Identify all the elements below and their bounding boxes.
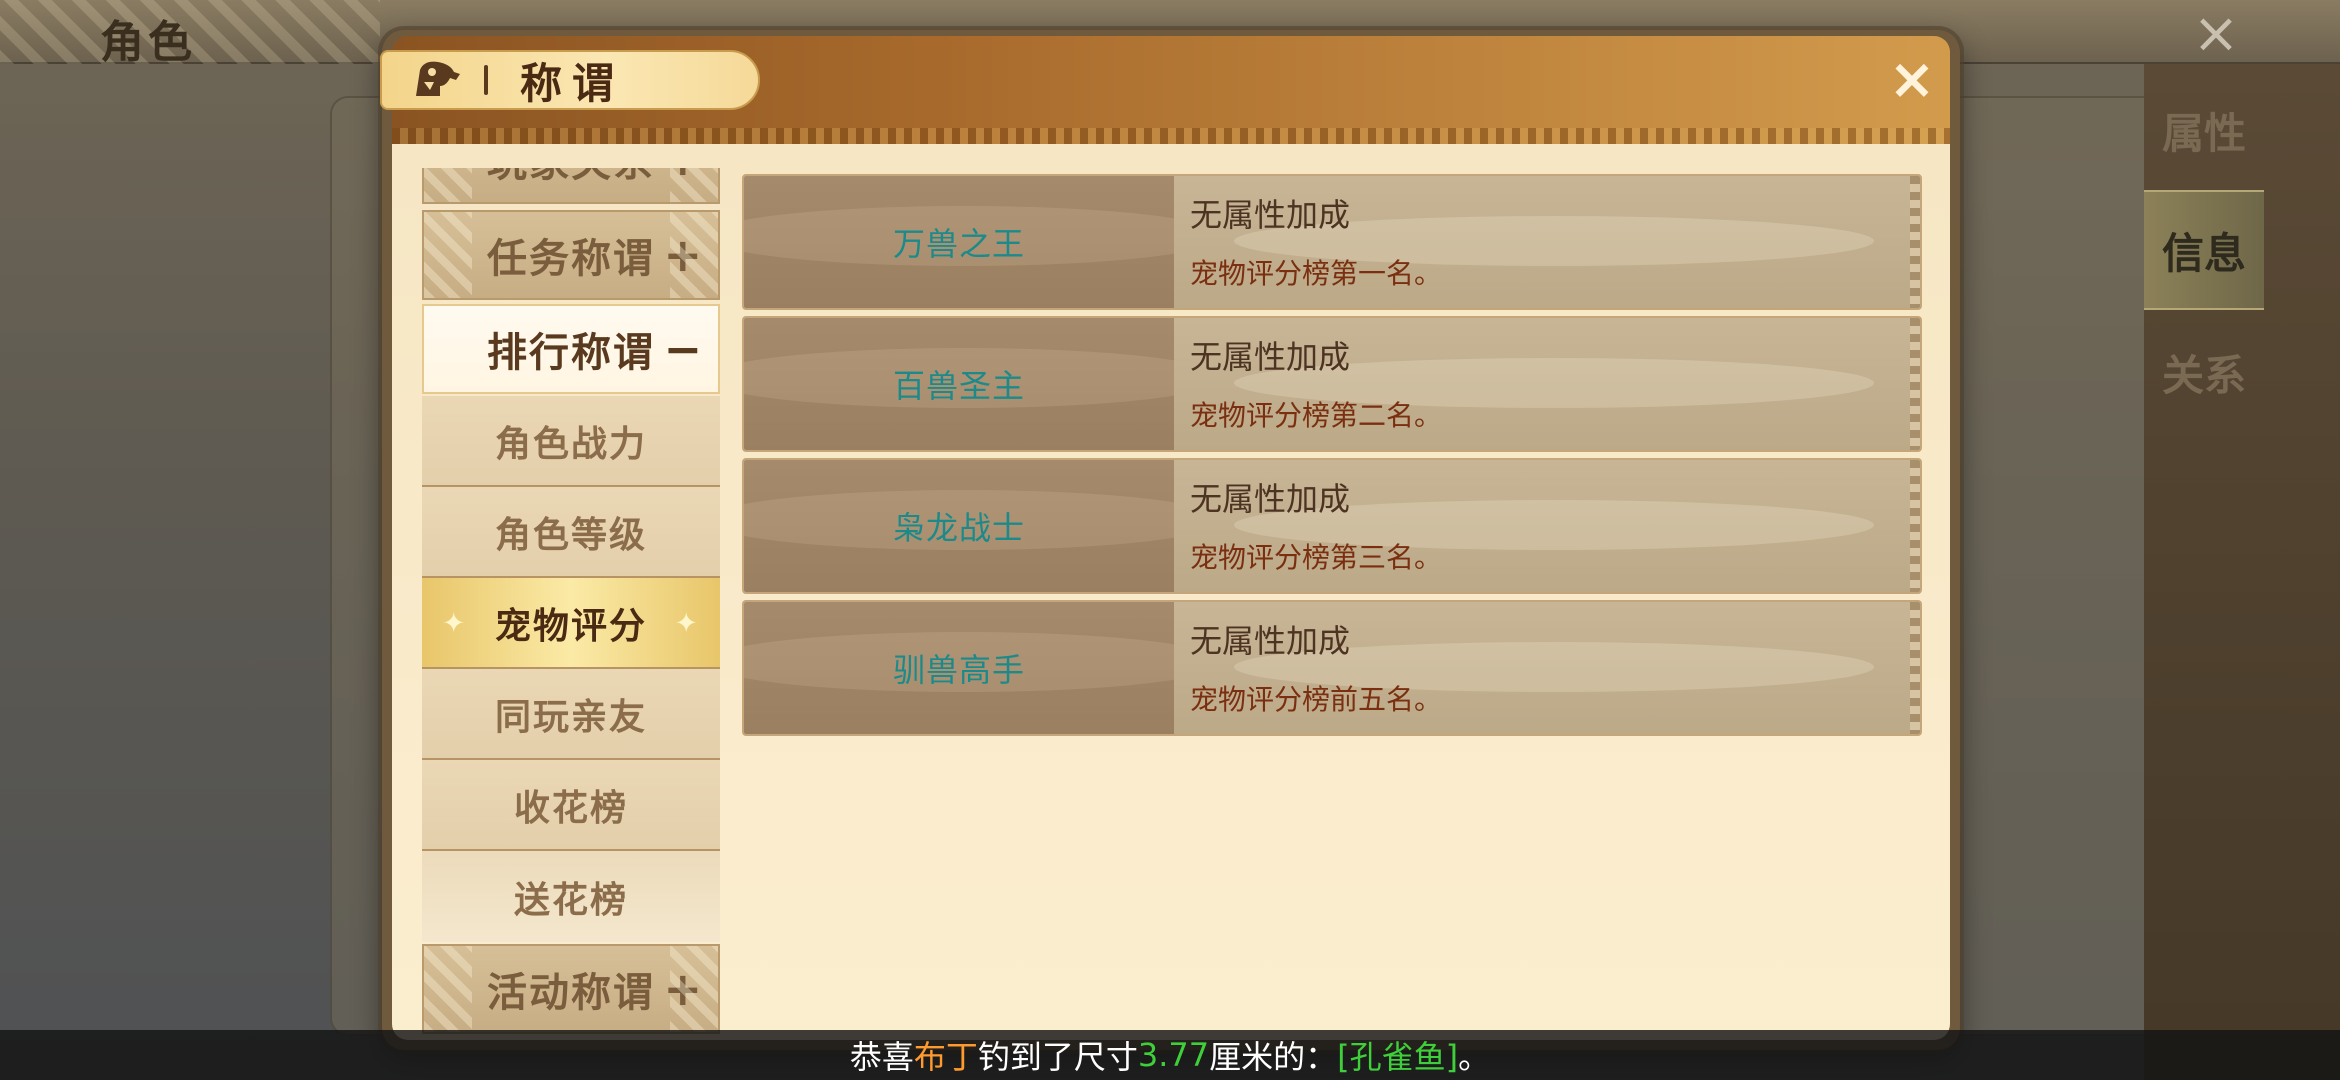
collapse-minus-icon: −: [663, 322, 704, 376]
title-name: 万兽之王: [892, 225, 1025, 263]
title-bonus: 无属性加成: [1190, 338, 1351, 376]
category-pattern-right: [670, 168, 718, 202]
broadcast-suffix: 。: [1458, 1038, 1491, 1076]
tab-info[interactable]: 信息: [2144, 190, 2264, 310]
title-name: 百兽圣主: [892, 367, 1025, 405]
subcategory-label: 宠物评分: [494, 605, 647, 647]
category-pattern-left: [424, 946, 472, 1032]
title-condition: 宠物评分榜前五名。: [1190, 683, 1443, 716]
system-broadcast-bar: 恭喜 布丁 钓到了尺寸 3.77 厘米的： [孔雀鱼] 。: [0, 1030, 2340, 1080]
title-bonus: 无属性加成: [1190, 480, 1351, 518]
dialog-title-plate: 称谓: [380, 50, 760, 110]
title-condition: 宠物评分榜第三名。: [1190, 541, 1443, 574]
category-pattern-right: [670, 946, 718, 1032]
category-task-titles[interactable]: 任务称谓 +: [422, 210, 720, 300]
category-list[interactable]: 玩家关系 + 任务称谓 + 排行称谓 − 角色战力 角色等级 ✦ 宠物评分 ✦ …: [422, 168, 720, 1040]
title-description-cell: 无属性加成 宠物评分榜前五名。: [1174, 602, 1920, 734]
titles-dialog: 称谓 × 玩家关系 + 任务称谓 + 排行称谓 − 角色战力 角色等级: [380, 30, 1960, 1050]
subcategory-character-power[interactable]: 角色战力: [422, 396, 720, 487]
title-name: 枭龙战士: [892, 509, 1025, 547]
title-name-cell: 驯兽高手: [744, 602, 1224, 734]
subcategory-flowers-received[interactable]: 收花榜: [422, 760, 720, 851]
title-name-cell: 万兽之王: [744, 176, 1224, 308]
sparkle-left-icon: ✦: [442, 606, 468, 639]
category-pattern-right: [670, 212, 718, 298]
title-condition: 宠物评分榜第一名。: [1190, 257, 1443, 290]
close-icon[interactable]: ×: [1882, 50, 1942, 110]
sparkle-right-icon: ✦: [674, 606, 700, 639]
dialog-header: 称谓 ×: [380, 36, 1950, 146]
beast-head-icon: [410, 56, 466, 104]
background-close-icon[interactable]: ×: [2188, 6, 2244, 62]
category-player-relations[interactable]: 玩家关系 +: [422, 168, 720, 204]
dialog-body: 玩家关系 + 任务称谓 + 排行称谓 − 角色战力 角色等级 ✦ 宠物评分 ✦ …: [392, 144, 1950, 1040]
title-card[interactable]: 枭龙战士 无属性加成 宠物评分榜第三名。: [742, 458, 1922, 594]
broadcast-prefix: 恭喜: [849, 1038, 914, 1076]
broadcast-item: [孔雀鱼]: [1337, 1038, 1459, 1076]
subcategory-character-level[interactable]: 角色等级: [422, 487, 720, 578]
title-name-cell: 百兽圣主: [744, 318, 1224, 450]
category-label: 任务称谓: [487, 236, 655, 282]
title-name-cell: 枭龙战士: [744, 460, 1224, 592]
category-label: 排行称谓: [487, 330, 655, 376]
broadcast-player-name: 布丁: [913, 1038, 978, 1076]
category-label: 玩家关系: [487, 168, 655, 188]
character-panel-title: 角色: [100, 17, 196, 68]
title-card[interactable]: 百兽圣主 无属性加成 宠物评分榜第二名。: [742, 316, 1922, 452]
title-separator: [484, 65, 488, 95]
tab-attributes[interactable]: 属性: [2144, 70, 2264, 190]
category-ranking-titles[interactable]: 排行称谓 −: [422, 304, 720, 394]
title-description-cell: 无属性加成 宠物评分榜第一名。: [1174, 176, 1920, 308]
subcategory-pet-score[interactable]: ✦ 宠物评分 ✦: [422, 578, 720, 669]
title-card[interactable]: 驯兽高手 无属性加成 宠物评分榜前五名。: [742, 600, 1922, 736]
subcategory-play-friends[interactable]: 同玩亲友: [422, 669, 720, 760]
title-bonus: 无属性加成: [1190, 622, 1351, 660]
category-pattern-left: [424, 212, 472, 298]
title-bonus: 无属性加成: [1190, 196, 1351, 234]
category-activity-titles[interactable]: 活动称谓 +: [422, 944, 720, 1034]
subcategory-flowers-sent[interactable]: 送花榜: [422, 851, 720, 942]
dialog-title: 称谓: [520, 58, 625, 108]
category-label: 活动称谓: [487, 970, 655, 1016]
category-pattern-left: [424, 168, 472, 202]
title-card[interactable]: 万兽之王 无属性加成 宠物评分榜第一名。: [742, 174, 1922, 310]
title-description-cell: 无属性加成 宠物评分榜第三名。: [1174, 460, 1920, 592]
broadcast-unit: 厘米的：: [1209, 1038, 1338, 1076]
broadcast-size: 3.77: [1137, 1036, 1210, 1074]
title-name: 驯兽高手: [892, 651, 1025, 689]
broadcast-middle: 钓到了尺寸: [977, 1038, 1138, 1076]
title-condition: 宠物评分榜第二名。: [1190, 399, 1443, 432]
title-description-cell: 无属性加成 宠物评分榜第二名。: [1174, 318, 1920, 450]
tab-relations[interactable]: 关系: [2144, 312, 2264, 432]
